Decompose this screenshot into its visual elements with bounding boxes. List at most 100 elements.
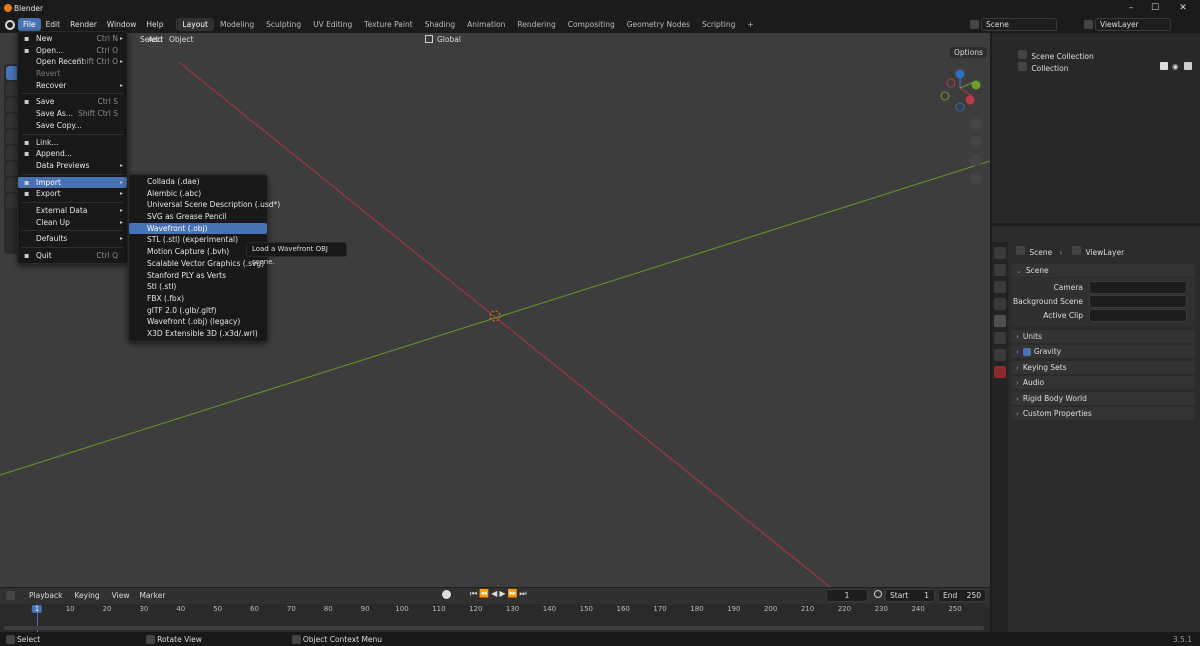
add-workspace-button[interactable]: + bbox=[741, 18, 759, 31]
tab-shading[interactable]: Shading bbox=[419, 18, 461, 31]
tab-sculpting[interactable]: Sculpting bbox=[260, 18, 307, 31]
file_menu-item-save-as[interactable]: Save As... Shift Ctrl S bbox=[18, 108, 127, 120]
end-frame-field[interactable]: End 250 bbox=[938, 589, 986, 602]
active-clip-field[interactable] bbox=[1089, 309, 1187, 322]
timeline-scrollbar[interactable] bbox=[4, 626, 984, 630]
file_menu-item-revert[interactable]: Revert bbox=[18, 68, 127, 80]
tool-tab-icon[interactable] bbox=[994, 247, 1006, 259]
playback-controls-icon[interactable]: ⏮⏪◀▶⏩⏭ bbox=[470, 589, 529, 599]
tab-animation[interactable]: Animation bbox=[461, 18, 511, 31]
tab-layout[interactable]: Layout bbox=[176, 18, 214, 31]
panel-audio[interactable]: › Audio bbox=[1011, 376, 1195, 389]
tab-geometry-nodes[interactable]: Geometry Nodes bbox=[621, 18, 696, 31]
output-tab-icon[interactable] bbox=[994, 281, 1006, 293]
import_menu-item-svg-as-grease-pencil[interactable]: SVG as Grease Pencil bbox=[129, 211, 267, 223]
minimize-button[interactable]: – bbox=[1124, 2, 1138, 14]
eye-icon[interactable]: ◉ bbox=[1172, 62, 1179, 71]
render-tab-icon[interactable] bbox=[994, 264, 1006, 276]
checkbox-icon[interactable] bbox=[1160, 62, 1168, 70]
file_menu-item-import[interactable]: ▪ Import ▸ bbox=[18, 176, 127, 189]
camera-icon[interactable] bbox=[1184, 62, 1192, 70]
panel-gravity[interactable]: › Gravity bbox=[1011, 345, 1195, 358]
world-tab-icon[interactable] bbox=[994, 332, 1006, 344]
add-menu[interactable]: Add bbox=[148, 35, 163, 44]
tab-modeling[interactable]: Modeling bbox=[214, 18, 260, 31]
editor-type-icon[interactable] bbox=[6, 590, 15, 600]
file_menu-item-new[interactable]: ▪ New Ctrl N ▸ bbox=[18, 33, 127, 45]
tab-uv-editing[interactable]: UV Editing bbox=[307, 18, 358, 31]
import_menu-item-x3d-extensible-3d-x3d-wrl[interactable]: X3D Extensible 3D (.x3d/.wrl) bbox=[129, 328, 267, 340]
file_menu-item-defaults[interactable]: Defaults ▸ bbox=[18, 233, 127, 245]
navigation-gizmo[interactable] bbox=[938, 66, 988, 116]
menu-file[interactable]: File bbox=[18, 18, 41, 31]
tab-scripting[interactable]: Scripting bbox=[696, 18, 741, 31]
file_menu-item-external-data[interactable]: External Data ▸ bbox=[18, 205, 127, 217]
tab-texture-paint[interactable]: Texture Paint bbox=[358, 18, 418, 31]
gizmo-neg-x-icon[interactable] bbox=[946, 78, 956, 88]
file_menu-item-quit[interactable]: ▪ Quit Ctrl Q bbox=[18, 250, 127, 262]
gizmo-x-icon[interactable] bbox=[965, 95, 975, 105]
import_menu-item-wavefront-obj[interactable]: Wavefront (.obj) bbox=[129, 222, 267, 235]
scene-tab-icon[interactable] bbox=[994, 315, 1006, 327]
background-scene-field[interactable] bbox=[1089, 295, 1187, 308]
texture-tab-icon[interactable] bbox=[994, 366, 1006, 378]
import_menu-item-universal-scene-description-usd[interactable]: Universal Scene Description (.usd*) bbox=[129, 199, 280, 211]
panel-keying-sets[interactable]: › Keying Sets bbox=[1011, 361, 1195, 374]
panel-units[interactable]: › Units bbox=[1011, 330, 1195, 343]
current-frame-field[interactable]: 1 bbox=[826, 589, 868, 602]
scene-field[interactable]: Scene bbox=[981, 17, 1057, 31]
panel-rigid-body-world[interactable]: › Rigid Body World bbox=[1011, 392, 1195, 405]
file_menu-item-data-previews[interactable]: Data Previews ▸ bbox=[18, 160, 127, 172]
file_menu-item-recover[interactable]: Recover ▸ bbox=[18, 80, 127, 92]
file_menu-item-save[interactable]: ▪ Save Ctrl S bbox=[18, 96, 127, 108]
object-menu[interactable]: Object bbox=[169, 35, 193, 44]
view-layer-tab-icon[interactable] bbox=[994, 298, 1006, 310]
camera-view-icon[interactable] bbox=[970, 154, 982, 166]
panel-custom-properties[interactable]: › Custom Properties bbox=[1011, 407, 1195, 420]
gizmo-neg-y-icon[interactable] bbox=[940, 91, 950, 101]
keying-menu[interactable]: Keying bbox=[74, 591, 99, 600]
clock-icon[interactable] bbox=[874, 590, 882, 598]
outliner-scene-collection[interactable]: Scene Collection bbox=[1016, 50, 1094, 61]
record-icon[interactable] bbox=[442, 590, 451, 599]
menu-window[interactable]: Window bbox=[102, 18, 142, 31]
zoom-icon[interactable] bbox=[970, 118, 982, 130]
menu-help[interactable]: Help bbox=[141, 18, 168, 31]
file_menu-item-append[interactable]: ▪ Append... bbox=[18, 148, 127, 160]
gizmo-neg-z-icon[interactable] bbox=[955, 102, 965, 112]
orientation-dropdown[interactable]: Global bbox=[437, 35, 461, 44]
camera-field[interactable] bbox=[1089, 281, 1187, 294]
import_menu-item-fbx-fbx[interactable]: FBX (.fbx) bbox=[129, 293, 267, 305]
tab-rendering[interactable]: Rendering bbox=[511, 18, 561, 31]
close-button[interactable]: ✕ bbox=[1176, 2, 1190, 14]
file_menu-item-open-recent[interactable]: Open Recent Shift Ctrl O ▸ bbox=[18, 56, 127, 68]
scene-panel-header[interactable]: ⌄ Scene bbox=[1011, 264, 1195, 277]
file_menu-item-save-copy[interactable]: Save Copy... bbox=[18, 120, 127, 132]
tab-compositing[interactable]: Compositing bbox=[562, 18, 621, 31]
start-frame-field[interactable]: Start 1 bbox=[885, 589, 935, 602]
menu-render[interactable]: Render bbox=[65, 18, 102, 31]
playback-menu[interactable]: Playback bbox=[29, 591, 62, 600]
gizmo-y-icon[interactable] bbox=[971, 80, 981, 90]
import_menu-item-gltf-2-0-glb-gltf[interactable]: glTF 2.0 (.glb/.gltf) bbox=[129, 305, 267, 317]
file_menu-item-link[interactable]: ▪ Link... bbox=[18, 137, 127, 149]
import_menu-item-stl-stl[interactable]: Stl (.stl) bbox=[129, 281, 267, 293]
pan-hand-icon[interactable] bbox=[970, 136, 982, 148]
marker-menu[interactable]: Marker bbox=[139, 591, 165, 600]
file_menu-item-clean-up[interactable]: Clean Up ▸ bbox=[18, 217, 127, 229]
gravity-checkbox[interactable] bbox=[1022, 347, 1031, 356]
import_menu-item-collada-dae[interactable]: Collada (.dae) bbox=[129, 176, 267, 188]
options-dropdown[interactable]: Options bbox=[950, 47, 987, 58]
outliner-collection-row[interactable]: Collection ◉ bbox=[1016, 62, 1196, 73]
gizmo-z-icon[interactable] bbox=[955, 69, 965, 79]
view-menu[interactable]: View bbox=[112, 591, 130, 600]
file_menu-item-open[interactable]: ▪ Open... Ctrl O bbox=[18, 45, 127, 57]
import_menu-item-alembic-abc[interactable]: Alembic (.abc) bbox=[129, 188, 267, 200]
perspective-grid-icon[interactable] bbox=[970, 172, 982, 184]
viewlayer-field[interactable]: ViewLayer bbox=[1095, 17, 1171, 31]
file_menu-item-export[interactable]: ▪ Export ▸ bbox=[18, 188, 127, 200]
menu-edit[interactable]: Edit bbox=[41, 18, 66, 31]
import_menu-item-scalable-vector-graphics-svg[interactable]: Scalable Vector Graphics (.svg) bbox=[129, 258, 267, 270]
import_menu-item-stanford-ply-as-verts[interactable]: Stanford PLY as Verts bbox=[129, 270, 267, 282]
blender-menu-icon[interactable] bbox=[5, 19, 15, 30]
